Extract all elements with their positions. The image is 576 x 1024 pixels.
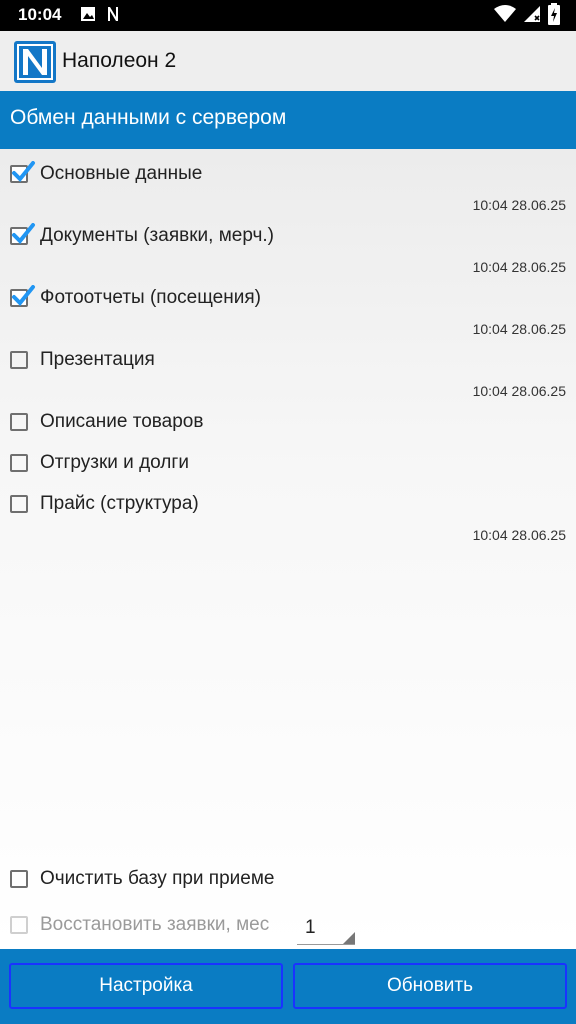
page-title: Обмен данными с сервером xyxy=(10,106,287,129)
checkmark-icon xyxy=(12,161,35,182)
checkmark-icon xyxy=(12,223,35,244)
status-time: 10:04 xyxy=(18,5,62,24)
checkbox xyxy=(10,916,28,934)
n-notification-icon xyxy=(106,6,120,26)
checkbox-label: Основные данные xyxy=(40,163,203,184)
app-logo xyxy=(14,41,56,83)
checkmark-icon xyxy=(12,285,35,306)
checkbox[interactable] xyxy=(10,285,35,307)
clear-db-option[interactable]: Очистить базу при приеме xyxy=(10,864,274,894)
checkbox[interactable] xyxy=(10,413,28,431)
dropdown-arrow-icon xyxy=(343,932,355,944)
checkbox-label: Описание товаров xyxy=(40,411,204,432)
sync-item-presentation[interactable]: Презентация xyxy=(10,345,155,375)
sync-item-shipments-debts[interactable]: Отгрузки и долги xyxy=(10,448,189,478)
settings-button[interactable]: Настройка xyxy=(9,963,283,1009)
sync-timestamp: 10:04 28.06.25 xyxy=(472,321,566,337)
update-button[interactable]: Обновить xyxy=(293,963,567,1009)
image-icon xyxy=(80,6,96,26)
bottom-bar: Настройка Обновить xyxy=(0,949,576,1024)
checkbox-label: Восстановить заявки, мес xyxy=(40,914,270,935)
checkbox-label: Фотоотчеты (посещения) xyxy=(40,287,261,308)
app-title: Наполеон 2 xyxy=(62,49,177,72)
sync-item-main-data[interactable]: Основные данные xyxy=(10,159,202,189)
sync-timestamp: 10:04 28.06.25 xyxy=(472,383,566,399)
sync-item-product-descriptions[interactable]: Описание товаров xyxy=(10,407,203,437)
signal-icon xyxy=(523,5,541,27)
checkbox[interactable] xyxy=(10,223,35,245)
sync-item-price-list[interactable]: Прайс (структура) xyxy=(10,489,199,519)
checkbox[interactable] xyxy=(10,495,28,513)
checkbox-label: Очистить базу при приеме xyxy=(40,868,275,889)
section-header: Обмен данными с сервером xyxy=(0,91,576,149)
checkbox[interactable] xyxy=(10,161,35,183)
checkbox-label: Прайс (структура) xyxy=(40,493,199,514)
sync-timestamp: 10:04 28.06.25 xyxy=(472,197,566,213)
months-spinner[interactable]: 1 xyxy=(297,911,355,945)
status-bar: 10:04 xyxy=(0,0,576,31)
sync-item-photo-reports[interactable]: Фотоотчеты (посещения) xyxy=(10,283,261,313)
restore-orders-option: Восстановить заявки, мес xyxy=(10,910,269,940)
spinner-value: 1 xyxy=(305,917,316,938)
battery-charging-icon xyxy=(548,3,560,29)
checkbox[interactable] xyxy=(10,870,28,888)
checkbox-label: Презентация xyxy=(40,349,155,370)
sync-item-documents[interactable]: Документы (заявки, мерч.) xyxy=(10,221,274,251)
sync-timestamp: 10:04 28.06.25 xyxy=(472,259,566,275)
checkbox-label: Отгрузки и долги xyxy=(40,452,189,473)
sync-timestamp: 10:04 28.06.25 xyxy=(472,527,566,543)
checkbox[interactable] xyxy=(10,454,28,472)
checkbox[interactable] xyxy=(10,351,28,369)
app-bar: Наполеон 2 xyxy=(0,31,576,91)
wifi-icon xyxy=(494,5,516,27)
checkbox-label: Документы (заявки, мерч.) xyxy=(40,225,274,246)
